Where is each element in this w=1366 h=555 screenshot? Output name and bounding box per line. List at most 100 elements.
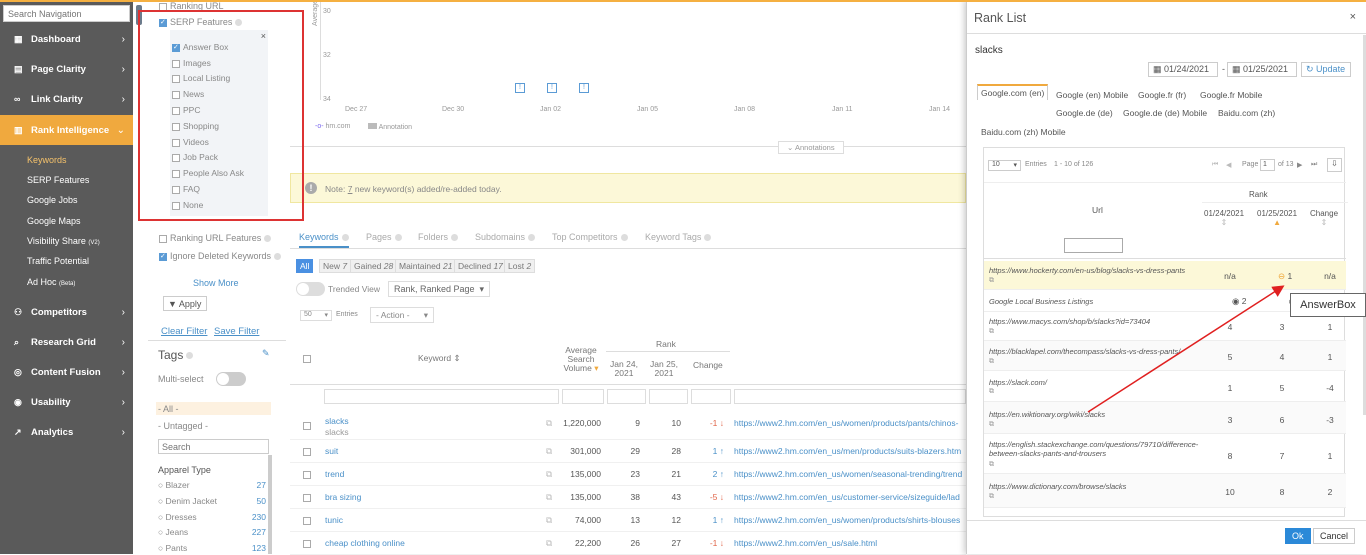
table-row[interactable]: suit ⧉ 301,000 29 28 1 ↑ https://www2.hm… [290, 440, 966, 463]
rank-row-url[interactable]: https://en.wiktionary.org/wiki/slacks [989, 410, 1105, 419]
nav-competitors[interactable]: ⚇ Competitors › [0, 297, 133, 327]
checkbox[interactable] [303, 447, 311, 456]
copy-icon[interactable]: ⧉ [546, 515, 552, 526]
nav-rank-intelligence[interactable]: ▥ Rank Intelligence ⌄ [0, 115, 133, 145]
keyword-filter-input[interactable] [324, 389, 559, 404]
nav-analytics[interactable]: ↗ Analytics › [0, 417, 133, 447]
rank-row-url[interactable]: https://www.dictionary.com/browse/slacks [989, 482, 1126, 491]
rank-row-url[interactable]: https://slack.com/ [989, 378, 1047, 387]
rank-row-url[interactable]: https://blacklapel.com/thecompass/slacks… [989, 347, 1180, 356]
copy-icon[interactable]: ⧉ [989, 421, 994, 429]
save-filter-link[interactable]: Save Filter [214, 326, 259, 337]
header-date1[interactable]: Jan 24, 2021 [608, 360, 640, 378]
checkbox[interactable] [303, 493, 311, 502]
engine-tab[interactable]: Google.de (de) Mobile [1123, 108, 1207, 118]
tab-keywords[interactable]: Keywords [299, 232, 349, 248]
tag-item[interactable]: ○ Blazer 27 [158, 480, 266, 490]
filter-pill-all[interactable]: All [296, 259, 314, 273]
keyword-link[interactable]: tunic [325, 515, 343, 525]
nav-sub-traffic-potential[interactable]: Traffic Potential [27, 256, 89, 266]
view-select[interactable]: Rank, Ranked Page ▾ [388, 281, 490, 297]
entries-select[interactable]: 50 ▾ [300, 310, 332, 321]
legend-series[interactable]: -o- hm.com [315, 123, 350, 130]
table-row[interactable]: trend ⧉ 135,000 23 21 2 ↑ https://www2.h… [290, 463, 966, 486]
nav-link-clarity[interactable]: ∞ Link Clarity › [0, 84, 133, 114]
annotation-marker[interactable]: ! [515, 83, 525, 93]
filter-pill-maintained[interactable]: Maintained 21 [395, 259, 457, 273]
checkbox[interactable] [303, 516, 311, 525]
date2-filter-input[interactable] [649, 389, 688, 404]
checkbox-checked[interactable] [159, 252, 167, 261]
tags-scrollbar[interactable] [268, 455, 272, 554]
multi-select-toggle[interactable] [216, 372, 246, 386]
nav-search-input[interactable] [3, 5, 130, 22]
row-checkbox[interactable] [303, 469, 314, 479]
col-url[interactable]: Url [1092, 205, 1103, 215]
checkbox[interactable] [159, 234, 167, 243]
engine-tab[interactable]: Baidu.com (zh) [1218, 108, 1275, 118]
radio[interactable]: ○ [158, 527, 166, 537]
next-page-icon[interactable]: ▶ [1297, 161, 1302, 169]
engine-tab[interactable]: Google.fr Mobile [1200, 90, 1262, 100]
nav-sub-google-maps[interactable]: Google Maps [27, 216, 81, 226]
tab-keyword-tags[interactable]: Keyword Tags [645, 232, 712, 242]
nav-research-grid[interactable]: ⌕ Research Grid › [0, 327, 133, 357]
copy-icon[interactable]: ⧉ [546, 446, 552, 457]
first-page-icon[interactable]: ⏮ [1212, 161, 1218, 169]
tag-item[interactable]: ○ Dresses 230 [158, 512, 266, 522]
rank-row-url[interactable]: https://www.hockerty.com/en-us/blog/slac… [989, 266, 1185, 275]
date1-filter-input[interactable] [607, 389, 646, 404]
col-date1[interactable]: 01/24/2021 ⇕ [1204, 209, 1244, 227]
nav-page-clarity[interactable]: ▤ Page Clarity › [0, 54, 133, 84]
header-volume[interactable]: Average Search Volume ▾ [560, 346, 602, 373]
last-page-icon[interactable]: ⏭ [1311, 161, 1317, 169]
engine-tab[interactable]: Google (en) Mobile [1056, 90, 1128, 100]
clear-filter-link[interactable]: Clear Filter [161, 326, 207, 337]
tag-item[interactable]: ○ Jeans 227 [158, 527, 266, 537]
keyword-link[interactable]: cheap clothing online [325, 538, 405, 548]
ranking-url-link[interactable]: https://www2.hm.com/en_us/customer-servi… [734, 492, 960, 502]
copy-icon[interactable]: ⧉ [989, 493, 994, 501]
copy-icon[interactable]: ⧉ [546, 418, 552, 429]
copy-icon[interactable]: ⧉ [546, 492, 552, 503]
ranking-url-link[interactable]: https://www2.hm.com/en_us/men/products/s… [734, 446, 961, 456]
annotations-toggle[interactable]: ⌄ Annotations [778, 141, 844, 154]
engine-tab[interactable]: Baidu.com (zh) Mobile [981, 127, 1066, 137]
ranking-url-link[interactable]: https://www2.hm.com/en_us/sale.html [734, 538, 877, 548]
row-checkbox[interactable] [303, 538, 314, 548]
copy-icon[interactable]: ⧉ [989, 388, 994, 396]
nav-sub-keywords[interactable]: Keywords [27, 155, 67, 165]
rank-row-url[interactable]: https://www.macys.com/shop/b/slacks?id=7… [989, 317, 1150, 326]
engine-tab[interactable]: Google.de (de) [1056, 108, 1113, 118]
header-change[interactable]: Change [693, 360, 723, 370]
rank-row-highlighted[interactable]: https://www.hockerty.com/en-us/blog/slac… [984, 261, 1346, 290]
select-all-checkbox[interactable] [303, 353, 314, 363]
annotation-marker[interactable]: ! [579, 83, 589, 93]
filter-pill-lost[interactable]: Lost 2 [504, 259, 536, 273]
trended-view-toggle[interactable] [296, 282, 325, 296]
table-row[interactable]: cheap clothing online ⧉ 22,200 26 27 -1 … [290, 532, 966, 555]
row-checkbox[interactable] [303, 492, 314, 502]
filter-ranking-url-features[interactable]: Ranking URL Features [159, 233, 272, 243]
radio[interactable]: ○ [158, 480, 166, 490]
tag-all[interactable]: - All - [156, 402, 271, 415]
keyword-link[interactable]: bra sizing [325, 492, 361, 502]
filter-ignore-deleted[interactable]: Ignore Deleted Keywords [159, 251, 282, 261]
nav-content-fusion[interactable]: ◎ Content Fusion › [0, 357, 133, 387]
ranking-url-link[interactable]: https://www2.hm.com/en_us/women/seasonal… [734, 469, 962, 479]
tab-folders[interactable]: Folders [418, 232, 459, 242]
change-filter-input[interactable] [691, 389, 731, 404]
copy-icon[interactable]: ⧉ [989, 328, 994, 336]
note-count-link[interactable]: 7 [348, 184, 353, 194]
close-icon[interactable]: × [1350, 11, 1356, 23]
copy-icon[interactable]: ⧉ [989, 358, 994, 366]
show-more-link[interactable]: Show More [193, 278, 239, 288]
header-date2[interactable]: Jan 25, 2021 [648, 360, 680, 378]
col-date2[interactable]: 01/25/2021 ▲ [1257, 209, 1297, 227]
keyword-link[interactable]: trend [325, 469, 344, 479]
nav-dashboard[interactable]: ▦ Dashboard › [0, 24, 133, 54]
tab-subdomains[interactable]: Subdomains [475, 232, 536, 242]
rank-row[interactable]: https://slack.com/ ⧉ 1 5 -4 [984, 371, 1346, 402]
rank-row[interactable]: https://blacklapel.com/thecompass/slacks… [984, 341, 1346, 371]
copy-icon[interactable]: ⧉ [546, 469, 552, 480]
